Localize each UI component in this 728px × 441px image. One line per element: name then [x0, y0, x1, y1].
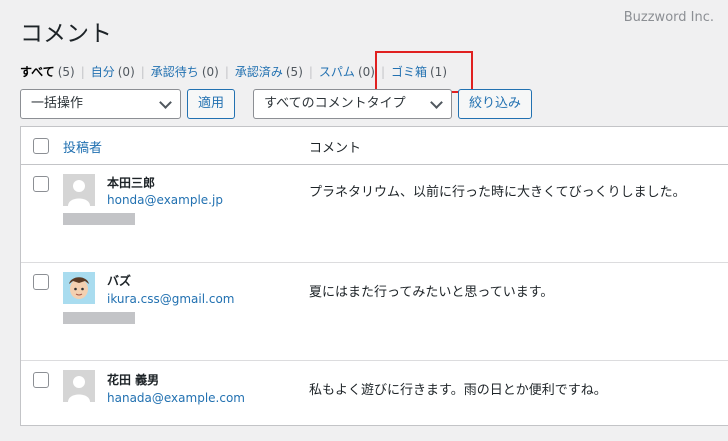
filter-count: (0) [117, 65, 135, 79]
row-checkbox[interactable] [33, 372, 49, 388]
comment-text: プラネタリウム、以前に行った時に大きくてびっくりしました。 [309, 185, 686, 200]
filter-mine[interactable]: 自分 (0) [91, 63, 135, 80]
trash-highlight-box [375, 51, 473, 93]
filter-count: (0) [357, 65, 375, 79]
filter-spam[interactable]: スパム (0) [319, 63, 375, 80]
filter-approved[interactable]: 承認済み (5) [235, 63, 303, 80]
filter-separator: | [80, 65, 85, 79]
author-ip-redacted [63, 312, 135, 324]
chevron-down-icon [159, 96, 172, 109]
filter-pending[interactable]: 承認待ち (0) [151, 63, 219, 80]
comment-text: 私もよく遊びに行きます。雨の日とか便利ですね。 [309, 383, 607, 398]
author-email[interactable]: honda@example.jp [107, 193, 223, 207]
filter-label: 自分 [90, 65, 115, 79]
column-header-comment: コメント [309, 141, 362, 156]
filter-label: スパム [318, 65, 355, 79]
table-row: 花田 義男 hanada@example.com 私もよく遊びに行きます。雨の日… [21, 361, 728, 441]
select-all-checkbox[interactable] [33, 138, 49, 154]
author-name: 本田三郎 [107, 176, 156, 190]
bulk-action-value: 一括操作 [31, 96, 84, 111]
filter-count: (5) [285, 65, 303, 79]
filter-label: すべて [20, 65, 55, 79]
author-email[interactable]: hanada@example.com [107, 391, 245, 405]
column-header-author[interactable]: 投稿者 [63, 137, 102, 156]
cartoon-face-icon [63, 272, 95, 304]
author-ip-redacted [63, 213, 135, 225]
author-name: バズ [107, 274, 132, 288]
chevron-down-icon [430, 96, 443, 109]
author-name: 花田 義男 [107, 373, 160, 387]
filter-separator: | [140, 65, 145, 79]
author-email[interactable]: ikura.css@gmail.com [107, 292, 235, 306]
bulk-action-select[interactable]: 一括操作 [20, 89, 181, 119]
filter-separator: | [224, 65, 229, 79]
table-row: バズ ikura.css@gmail.com 夏にはまた行ってみたいと思っていま… [21, 263, 728, 361]
table-row: 本田三郎 honda@example.jp プラネタリウム、以前に行った時に大き… [21, 165, 728, 263]
comments-table: 投稿者 コメント 本田三郎 honda@example.jp プラネタリウム、以… [20, 126, 728, 426]
apply-button[interactable]: 適用 [187, 89, 235, 119]
filter-all[interactable]: すべて (5) [20, 63, 75, 80]
row-checkbox[interactable] [33, 176, 49, 192]
table-header: 投稿者 コメント [21, 127, 728, 165]
filter-label: 承認待ち [150, 65, 199, 79]
page-title: コメント [20, 21, 112, 47]
comment-type-select[interactable]: すべてのコメントタイプ [253, 89, 452, 119]
filter-separator: | [308, 65, 313, 79]
watermark: Buzzword Inc. [623, 10, 714, 25]
mystery-person-icon [63, 174, 95, 206]
filter-count: (5) [57, 65, 75, 79]
row-checkbox[interactable] [33, 274, 49, 290]
filter-count: (0) [201, 65, 219, 79]
filter-label: 承認済み [234, 65, 283, 79]
comment-text: 夏にはまた行ってみたいと思っています。 [309, 285, 554, 300]
mystery-person-icon [63, 370, 95, 402]
filter-button[interactable]: 絞り込み [458, 89, 532, 119]
comment-type-value: すべてのコメントタイプ [264, 96, 406, 111]
